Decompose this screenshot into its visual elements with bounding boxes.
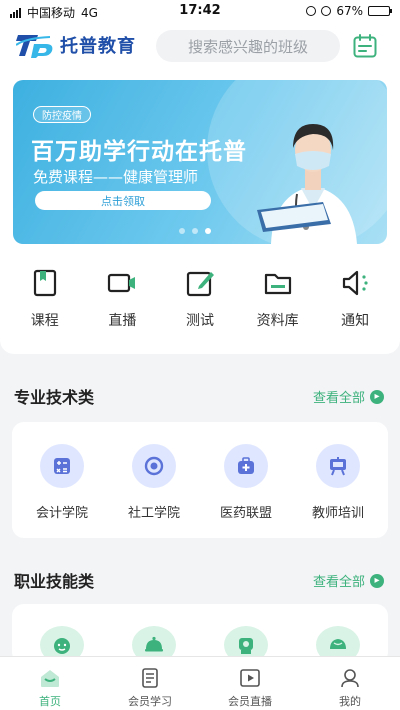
tab-label: 我的 xyxy=(339,695,361,708)
category-teacher-training[interactable]: 教师培训 xyxy=(298,444,378,538)
category-medicine[interactable]: 医药联盟 xyxy=(206,444,286,538)
tab-label: 首页 xyxy=(39,695,61,708)
target-icon xyxy=(132,444,176,488)
banner-tag: 防控疫情 xyxy=(33,106,91,123)
pagination-dot[interactable] xyxy=(192,228,198,234)
tab-member-study[interactable]: 会员学习 xyxy=(105,657,195,710)
nav-label: 直播 xyxy=(108,313,137,329)
book-icon xyxy=(142,668,158,688)
nav-notice[interactable]: 通知 xyxy=(325,268,385,330)
rotation-lock-icon xyxy=(306,6,317,16)
folder-icon xyxy=(264,273,291,295)
category-label: 医药联盟 xyxy=(219,506,272,521)
doctor-illustration xyxy=(257,124,357,244)
home-top-card: 防控疫情 百万助学行动在托普 免费课程——健康管理师 点击领取 课程 直播 测试… xyxy=(0,68,400,354)
tp-logo-icon xyxy=(16,35,53,58)
category-label: 教师培训 xyxy=(311,506,364,521)
category-accounting[interactable]: 会计学院 xyxy=(22,444,102,538)
status-right: 67% xyxy=(306,4,392,18)
tab-home[interactable]: 首页 xyxy=(5,657,95,710)
see-all-professional[interactable]: 查看全部 ▸ xyxy=(313,387,384,406)
easel-icon xyxy=(316,444,360,488)
bottom-tab-bar: 首页 会员学习 会员直播 我的 xyxy=(0,656,400,710)
status-bar: 中国移动 4G 17:42 67% xyxy=(0,0,400,24)
see-all-vocational[interactable]: 查看全部 ▸ xyxy=(313,571,384,590)
nav-label: 课程 xyxy=(30,313,59,329)
user-icon xyxy=(341,669,359,688)
see-all-label: 查看全部 xyxy=(312,575,365,590)
bookmark-book-icon xyxy=(33,269,56,297)
section-title-professional: 专业技术类 xyxy=(14,388,95,407)
calculator-icon xyxy=(40,444,84,488)
category-label: 社工学院 xyxy=(127,506,180,521)
search-placeholder: 搜索感兴趣的班级 xyxy=(187,37,308,56)
tab-mine[interactable]: 我的 xyxy=(305,657,395,710)
tab-member-live[interactable]: 会员直播 xyxy=(205,657,295,710)
section-title-vocational: 职业技能类 xyxy=(14,572,95,591)
nav-test[interactable]: 测试 xyxy=(170,268,230,330)
nav-label: 测试 xyxy=(185,313,214,329)
nav-library[interactable]: 资料库 xyxy=(248,268,308,330)
category-label: 会计学院 xyxy=(35,506,88,521)
category-card-vocational xyxy=(12,604,388,664)
banner-subtitle: 免费课程——健康管理师 xyxy=(33,168,199,186)
nav-live[interactable]: 直播 xyxy=(92,268,152,330)
quick-nav: 课程 直播 测试 资料库 通知 xyxy=(0,268,400,330)
category-card-professional: 会计学院 社工学院 医药联盟 教师培训 xyxy=(12,422,388,538)
chevron-right-icon: ▸ xyxy=(370,573,384,588)
chevron-right-icon: ▸ xyxy=(370,389,384,404)
category-social-work[interactable]: 社工学院 xyxy=(114,444,194,538)
app-header: 托普教育 搜索感兴趣的班级 xyxy=(0,24,400,68)
pagination-dot[interactable] xyxy=(205,228,211,234)
battery-percent: 67% xyxy=(336,4,363,18)
video-camera-icon xyxy=(108,273,136,293)
calendar-icon[interactable] xyxy=(352,33,378,59)
play-video-icon xyxy=(240,669,260,687)
medkit-icon xyxy=(224,444,268,488)
tab-label: 会员直播 xyxy=(228,695,272,708)
claim-button[interactable]: 点击领取 xyxy=(35,191,211,210)
banner-pagination xyxy=(179,228,211,234)
home-icon xyxy=(41,670,59,687)
brand-name: 托普教育 xyxy=(60,36,136,57)
tab-label: 会员学习 xyxy=(128,695,172,708)
speaker-icon xyxy=(343,270,368,296)
pagination-dot[interactable] xyxy=(179,228,185,234)
nav-courses[interactable]: 课程 xyxy=(15,268,75,330)
nav-label: 资料库 xyxy=(256,313,299,329)
alarm-icon xyxy=(321,6,332,16)
edit-pencil-icon xyxy=(186,271,214,297)
battery-icon xyxy=(368,6,392,16)
banner-title: 百万助学行动在托普 xyxy=(31,139,247,165)
see-all-label: 查看全部 xyxy=(312,391,365,406)
brand-logo[interactable]: 托普教育 xyxy=(16,32,136,58)
nav-label: 通知 xyxy=(341,313,370,329)
search-input[interactable]: 搜索感兴趣的班级 xyxy=(156,30,340,62)
promo-banner[interactable]: 防控疫情 百万助学行动在托普 免费课程——健康管理师 点击领取 xyxy=(13,80,387,244)
